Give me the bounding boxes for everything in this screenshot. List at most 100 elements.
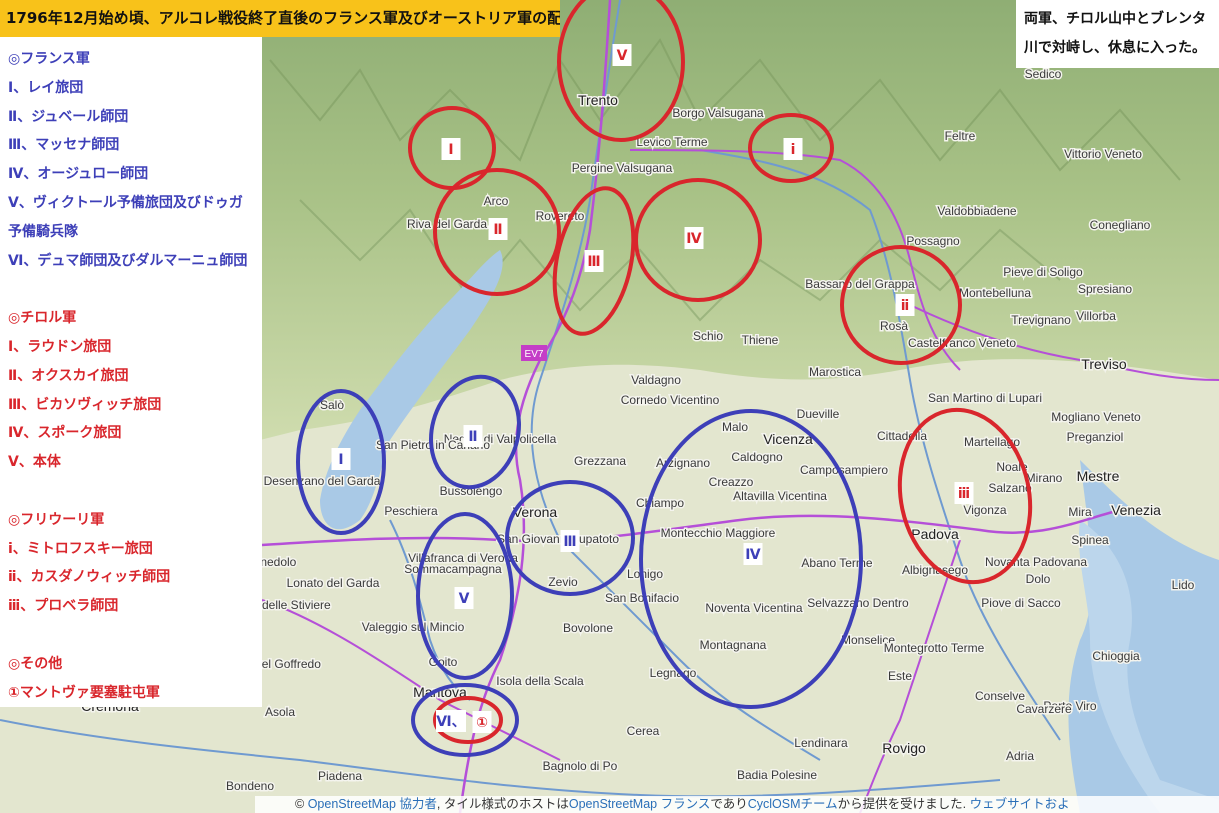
place-label: Pergine Valsugana (572, 161, 673, 175)
place-label: Mirano (1026, 471, 1063, 485)
place-label: Arco (484, 194, 509, 208)
place-label: Desenzano del Garda (264, 474, 381, 488)
place-label: Dolo (1026, 572, 1051, 586)
legend-french-item: Ⅲ、マッセナ師団 (8, 137, 120, 154)
legend-french-item: Ⅴ、ヴィクトール予備旅団及びドゥガ (8, 194, 243, 211)
place-label: Levico Terme (636, 135, 707, 149)
place-label: Padova (911, 526, 959, 542)
place-label: Venezia (1111, 502, 1161, 518)
place-label: Malo (722, 420, 748, 434)
tyrol-unit-label: Ⅳ (686, 231, 702, 247)
attrib-text-2: であり (710, 797, 748, 811)
legend-tyrol-item: Ⅳ、スポーク旅団 (8, 425, 122, 442)
place-label: Rosà (880, 319, 908, 333)
legend-tyrol-item: Ⅱ、オクスカイ旅団 (8, 367, 129, 384)
place-label: Montagnana (700, 638, 767, 652)
place-label: San Martino di Lupari (928, 391, 1042, 405)
note-line-1: 両軍、チロル山中とブレンタ (1024, 11, 1206, 27)
place-label: Cavarzere (1016, 702, 1072, 716)
place-label: Pieve di Soligo (1003, 265, 1083, 279)
place-label: Salò (320, 398, 344, 412)
place-label: Vicenza (763, 431, 813, 447)
place-label: Legnago (650, 666, 697, 680)
place-label: Caldogno (731, 450, 783, 464)
tyrol-unit-label: Ⅲ (587, 254, 600, 270)
place-label: Mestre (1077, 468, 1120, 484)
place-label: Villorba (1076, 309, 1116, 323)
place-label: Vigonza (963, 503, 1006, 517)
place-label: Mira (1068, 505, 1092, 519)
place-label: Cerea (627, 724, 660, 738)
place-label: Castelfranco Veneto (908, 336, 1016, 350)
website-link[interactable]: ウェブサイトおよ (970, 797, 1070, 811)
tyrol-unit-label: Ⅴ (617, 48, 628, 64)
place-label: Lonato del Garda (287, 576, 380, 590)
legend-tyrol-item: Ⅲ、ビカソヴィッチ旅団 (8, 396, 162, 413)
friuli-unit-label: ⅰ (791, 142, 796, 158)
french-unit-label: Ⅱ (468, 429, 477, 445)
place-label: Noventa Vicentina (705, 601, 803, 615)
place-label: Piadena (318, 769, 362, 783)
place-label: Novanta Padovana (985, 555, 1087, 569)
legend-other-item: ①マントヴァ要塞駐屯軍 (8, 684, 160, 701)
legend-tyrol-heading: ◎チロル軍 (8, 310, 77, 327)
place-label: Trevignano (1011, 313, 1071, 327)
cyclosm-link[interactable]: CyclOSMチーム (748, 797, 838, 811)
legend-friuli-item: ⅰ、ミトロフスキー旅団 (8, 540, 153, 557)
note-line-2: 川で対峙し、休息に入った。 (1024, 40, 1206, 56)
osm-france-link[interactable]: OpenStreetMap フランス (569, 797, 710, 811)
place-label: Possagno (906, 234, 960, 248)
place-label: Dueville (797, 407, 840, 421)
place-label: Badia Polesine (737, 768, 817, 782)
place-label: Spresiano (1078, 282, 1132, 296)
place-label: Este (888, 669, 912, 683)
place-label: Riva del Garda (407, 217, 487, 231)
place-label: Preganziol (1067, 430, 1124, 444)
place-label: Chiampo (636, 496, 684, 510)
place-label: Grezzana (574, 454, 626, 468)
place-label: Feltre (945, 129, 976, 143)
attrib-text-3: から提供を受けました. (837, 797, 970, 811)
place-label: Rovigo (882, 740, 926, 756)
place-label: Montegrotto Terme (884, 641, 985, 655)
place-label: Mogliano Veneto (1051, 410, 1141, 424)
place-label: Rovereto (536, 209, 585, 223)
tyrol-unit-label: Ⅰ (448, 142, 453, 158)
place-label: Thiene (742, 333, 779, 347)
place-label: Peschiera (384, 504, 438, 518)
place-label: Lonigo (627, 567, 663, 581)
map-attribution: © OpenStreetMap 協力者, タイル様式のホストはOpenStree… (255, 796, 1219, 813)
place-label: San Giovanni Lupatoto (497, 532, 619, 546)
place-label: Cittadella (877, 429, 927, 443)
place-label: Camposampiero (800, 463, 888, 477)
situation-note: 両軍、チロル山中とブレンタ 川で対峙し、休息に入った。 (1016, 0, 1219, 68)
place-label: Bassano del Grappa (805, 277, 915, 291)
attrib-text-1: , タイル様式のホストは (436, 797, 569, 811)
place-label: Valeggio sul Mincio (362, 620, 465, 634)
place-label: Montecchio Maggiore (661, 526, 776, 540)
french-unit-label: Ⅳ (745, 547, 761, 563)
attrib-prefix: © (295, 797, 308, 811)
place-label: Zevio (548, 575, 578, 589)
place-label: Isola della Scala (496, 674, 584, 688)
legend-french-heading: ◎フランス軍 (8, 51, 90, 67)
french-unit-label: Ⅵ、 (436, 714, 465, 730)
place-label: Adria (1006, 749, 1034, 763)
legend-french-item: Ⅵ、デュマ師団及びダルマーニュ師団 (8, 252, 248, 269)
legend-french-item: 予備騎兵隊 (8, 223, 78, 240)
place-label: Bagnolo di Po (543, 759, 618, 773)
osm-contributors-link[interactable]: OpenStreetMap 協力者 (308, 797, 437, 811)
legend-french-item: Ⅳ、オージュロー師団 (8, 166, 149, 183)
place-label: Creazzo (709, 475, 754, 489)
place-label: Valdobbiadene (937, 204, 1017, 218)
legend-other-heading: ◎その他 (8, 655, 63, 672)
place-label: Marostica (809, 365, 861, 379)
legend-friuli-item: ⅲ、プロベラ師団 (8, 598, 119, 615)
place-label: Schio (693, 329, 723, 343)
map-title: 1796年12月始め頃、アルコレ戦役終了直後のフランス軍及びオーストリア軍の配置 (0, 0, 560, 37)
place-label: Bondeno (226, 779, 274, 793)
legend-friuli-heading: ◎フリウーリ軍 (8, 511, 105, 528)
legend-tyrol-item: Ⅴ、本体 (8, 454, 61, 471)
place-label: Borgo Valsugana (672, 106, 764, 120)
place-label: Asola (265, 705, 295, 719)
